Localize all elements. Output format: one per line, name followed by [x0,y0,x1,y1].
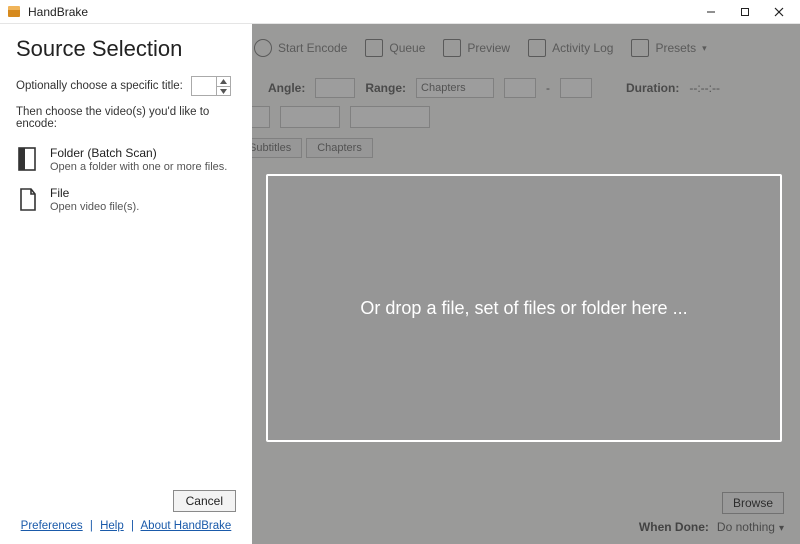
cancel-button[interactable]: Cancel [173,490,236,512]
file-icon [16,186,40,214]
link-separator: | [90,520,93,532]
drop-zone-text: Or drop a file, set of files or folder h… [360,298,687,319]
source-option-file[interactable]: File Open video file(s). [16,180,236,220]
specific-title-field[interactable] [191,76,231,96]
specific-title-down-button[interactable] [217,86,230,95]
window-close-button[interactable] [762,1,796,23]
then-choose-label: Then choose the video(s) you'd like to e… [16,106,236,130]
app-icon [6,4,22,20]
specific-title-input[interactable] [192,80,216,92]
footer-links: Preferences | Help | About HandBrake [16,520,236,532]
folder-option-title: Folder (Batch Scan) [50,146,227,160]
app-title: HandBrake [28,5,88,19]
preferences-link[interactable]: Preferences [21,520,83,532]
source-option-folder[interactable]: Folder (Batch Scan) Open a folder with o… [16,140,236,180]
about-link[interactable]: About HandBrake [141,520,232,532]
folder-icon [16,146,40,174]
help-link[interactable]: Help [100,520,124,532]
window-maximize-button[interactable] [728,1,762,23]
source-selection-panel: Source Selection Optionally choose a spe… [0,24,252,544]
source-selection-heading: Source Selection [16,36,236,62]
window-minimize-button[interactable] [694,1,728,23]
file-option-sub: Open video file(s). [50,201,139,213]
specific-title-up-button[interactable] [217,77,230,86]
specific-title-label: Optionally choose a specific title: [16,80,183,92]
titlebar: HandBrake [0,0,800,24]
folder-option-sub: Open a folder with one or more files. [50,161,227,173]
link-separator: | [131,520,134,532]
drop-zone[interactable]: Or drop a file, set of files or folder h… [266,174,782,442]
file-option-title: File [50,186,139,200]
